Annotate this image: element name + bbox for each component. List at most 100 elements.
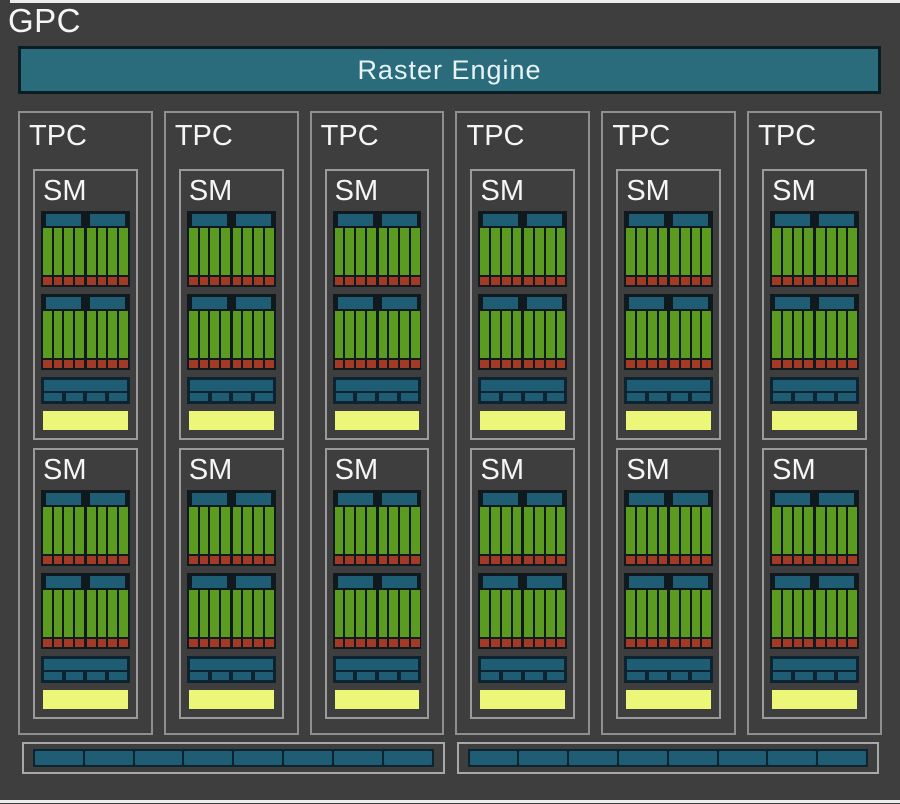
red-unit-segment — [512, 360, 522, 369]
scheduler-bar — [337, 214, 373, 227]
red-unit-row — [816, 639, 857, 648]
red-unit-row — [86, 277, 128, 286]
ldst-segment — [649, 393, 667, 402]
bottom-unit-segment — [768, 751, 817, 765]
sm-label: SM — [334, 175, 379, 207]
sm-partition-groups — [770, 490, 859, 650]
red-unit-segment — [637, 556, 646, 565]
ldst-wide-bar — [481, 659, 565, 671]
core-columns — [86, 590, 128, 638]
shared-memory-block — [626, 690, 712, 709]
red-unit-segment — [400, 277, 409, 286]
red-unit-row — [772, 556, 814, 565]
red-unit-segment — [782, 556, 792, 565]
sm-label: SM — [480, 175, 524, 207]
core-column — [221, 590, 230, 638]
core-column — [188, 228, 198, 276]
core-column — [793, 590, 803, 638]
red-unit-segment — [501, 277, 511, 286]
red-unit-segment — [210, 277, 220, 286]
core-column — [378, 590, 388, 638]
gpc-label: GPC — [8, 2, 82, 39]
core-columns — [772, 590, 814, 638]
scheduler-bar — [483, 214, 519, 227]
sm-partition — [378, 213, 420, 286]
red-unit-segment — [680, 556, 690, 565]
core-column — [647, 590, 657, 638]
core-column — [86, 311, 96, 359]
red-unit-segment — [647, 639, 657, 648]
core-column — [243, 590, 253, 638]
red-unit-segment — [378, 360, 388, 369]
core-column — [702, 228, 712, 276]
core-column — [524, 228, 534, 276]
sm-stack: SM SM — [20, 165, 151, 733]
core-column — [75, 228, 84, 276]
ldst-wide-bar — [189, 380, 273, 392]
shared-memory-block — [480, 411, 566, 430]
red-unit-segment — [826, 556, 836, 565]
core-column — [691, 311, 701, 359]
sm-partition — [524, 213, 566, 286]
red-unit-segment — [410, 556, 420, 565]
red-unit-segment — [64, 360, 74, 369]
red-unit-segment — [64, 639, 74, 648]
scheduler-bar — [629, 576, 665, 589]
tpc-label: TPC — [320, 120, 379, 152]
red-unit-segment — [345, 556, 355, 565]
core-column — [64, 590, 74, 638]
red-unit-row — [626, 639, 668, 648]
core-column — [524, 590, 534, 638]
core-column — [782, 228, 792, 276]
core-columns — [188, 590, 230, 638]
red-unit-segment — [680, 277, 690, 286]
red-unit-segment — [356, 556, 365, 565]
red-unit-segment — [188, 639, 198, 648]
sm-partition-groups — [478, 490, 568, 650]
core-column — [389, 507, 399, 555]
tpc-block: TPC SM SM — [747, 111, 882, 735]
core-columns — [334, 228, 376, 276]
sm-partition — [43, 296, 84, 369]
red-unit-segment — [480, 639, 490, 648]
red-unit-row — [670, 277, 712, 286]
core-column — [400, 311, 409, 359]
red-unit-segment — [772, 639, 781, 648]
core-columns — [43, 228, 84, 276]
core-column — [826, 311, 836, 359]
core-column — [366, 311, 376, 359]
core-columns — [626, 311, 668, 359]
red-unit-row — [480, 360, 522, 369]
core-column — [826, 507, 836, 555]
core-columns — [626, 228, 668, 276]
red-unit-segment — [243, 360, 253, 369]
sm-partition-group — [770, 490, 859, 567]
red-unit-segment — [647, 277, 657, 286]
core-column — [400, 590, 409, 638]
core-columns — [378, 590, 420, 638]
red-unit-segment — [119, 639, 128, 648]
sm-partition — [626, 296, 668, 369]
bottom-unit-segment — [668, 751, 717, 765]
shared-memory-block — [772, 690, 857, 709]
sm-partition — [480, 296, 522, 369]
red-unit-segment — [691, 556, 701, 565]
sm-partition — [772, 213, 814, 286]
sm-stack: SM SM — [312, 165, 443, 733]
core-column — [86, 228, 96, 276]
scheduler-bar — [89, 297, 125, 310]
core-column — [837, 590, 847, 638]
ldst-segment — [335, 393, 354, 402]
core-column — [97, 507, 107, 555]
bottom-unit-segment — [569, 751, 617, 765]
core-column — [378, 228, 388, 276]
sm-partition — [524, 575, 566, 648]
scheduler-bar — [235, 214, 271, 227]
sm-label: SM — [43, 454, 87, 486]
red-unit-segment — [199, 639, 209, 648]
red-unit-segment — [670, 277, 679, 286]
red-unit-row — [816, 556, 857, 565]
core-column — [53, 311, 63, 359]
shared-memory-block — [43, 411, 128, 430]
red-unit-row — [43, 277, 84, 286]
